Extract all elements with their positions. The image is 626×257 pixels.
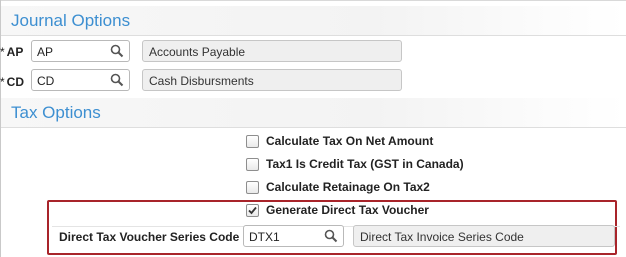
calculate-tax-net-amount-label[interactable]: Calculate Tax On Net Amount <box>266 134 433 148</box>
ap-lookup-value[interactable]: AP <box>37 45 53 59</box>
ap-description-field: Accounts Payable <box>142 40 402 62</box>
generate-direct-tax-voucher-checkbox[interactable] <box>246 204 259 217</box>
ap-description: Accounts Payable <box>149 45 246 59</box>
series-code-description-field: Direct Tax Invoice Series Code <box>353 225 615 247</box>
calculate-retainage-checkbox[interactable] <box>246 181 259 194</box>
journal-options-header: Journal Options <box>1 6 626 36</box>
magnifier-icon[interactable] <box>110 73 124 87</box>
tax-options-header: Tax Options <box>1 98 626 128</box>
journal-options-title: Journal Options <box>11 11 131 30</box>
required-mark: * <box>0 45 5 59</box>
ap-lookup-field[interactable]: AP <box>31 40 130 62</box>
series-code-value[interactable]: DTX1 <box>249 230 280 244</box>
ap-row-label-wrap: * AP <box>0 45 23 59</box>
ap-label: AP <box>6 45 24 59</box>
cd-description: Cash Disbursments <box>149 74 254 88</box>
series-code-lookup-field[interactable]: DTX1 <box>243 225 344 247</box>
magnifier-icon[interactable] <box>110 44 124 58</box>
cd-row-label-wrap: * CD <box>0 75 24 89</box>
magnifier-icon[interactable] <box>324 229 338 243</box>
series-code-label: Direct Tax Voucher Series Code <box>59 230 240 244</box>
frame-left-border <box>0 0 1 257</box>
series-code-description: Direct Tax Invoice Series Code <box>360 230 524 244</box>
cd-lookup-field[interactable]: CD <box>31 69 130 91</box>
tax1-credit-tax-label[interactable]: Tax1 Is Credit Tax (GST in Canada) <box>266 157 464 171</box>
generate-direct-tax-voucher-label[interactable]: Generate Direct Tax Voucher <box>266 203 429 217</box>
calculate-tax-net-amount-checkbox[interactable] <box>246 135 259 148</box>
cd-description-field: Cash Disbursments <box>142 69 402 91</box>
tax-options-title: Tax Options <box>11 103 101 122</box>
tax1-credit-tax-checkbox[interactable] <box>246 158 259 171</box>
calculate-retainage-label[interactable]: Calculate Retainage On Tax2 <box>266 180 430 194</box>
cd-label: CD <box>6 75 25 89</box>
checkmark-icon <box>248 206 257 215</box>
cd-lookup-value[interactable]: CD <box>37 74 54 88</box>
frame-top-border <box>0 0 626 1</box>
required-mark: * <box>0 75 5 89</box>
